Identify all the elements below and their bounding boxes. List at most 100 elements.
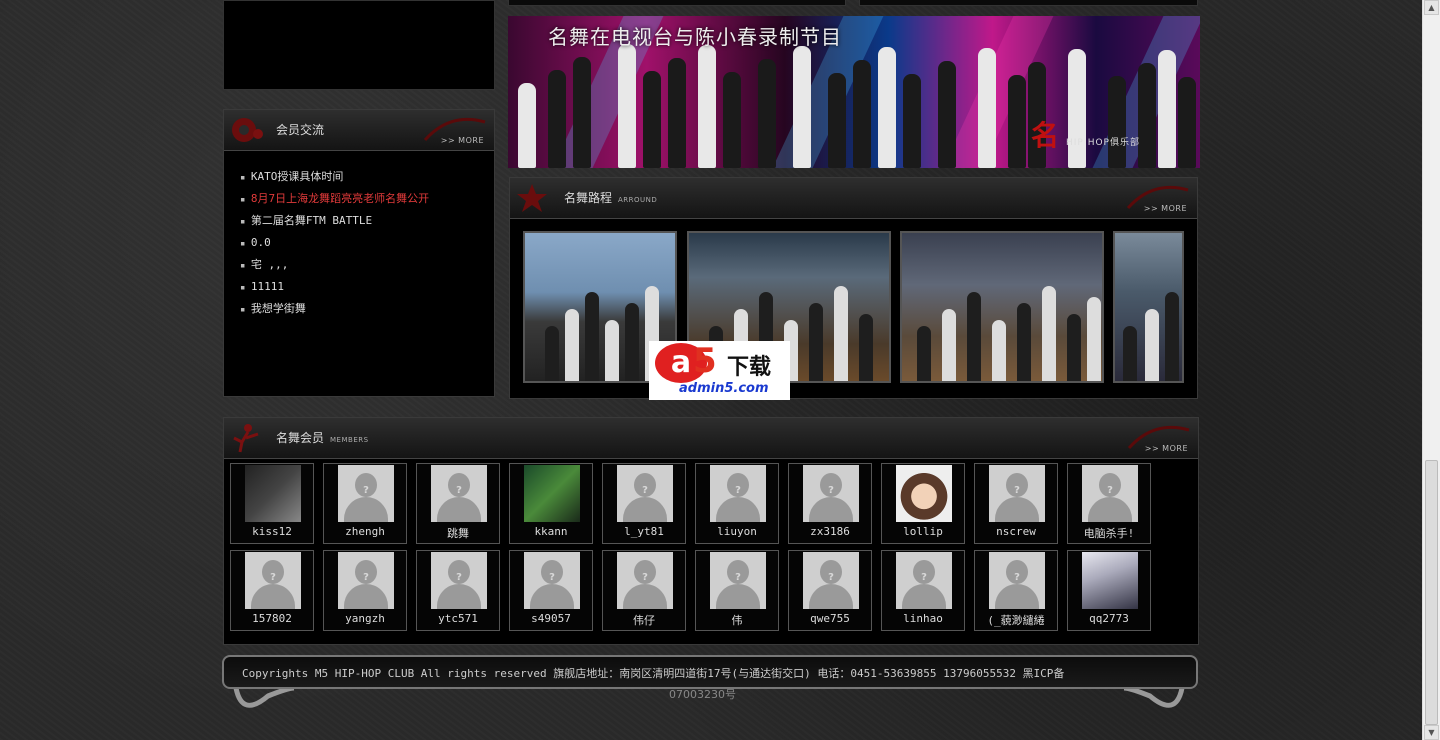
member-name[interactable]: 157802 [231, 612, 313, 625]
member-name[interactable]: yangzh [324, 612, 406, 625]
more-link[interactable]: >> MORE [1144, 204, 1187, 213]
panel-title: 名舞会员 MEMBERS [276, 429, 369, 446]
post-link[interactable]: 第二届名舞FTM BATTLE [240, 210, 429, 232]
member-card[interactable]: ? 157802 [230, 550, 314, 631]
panel-title: 会员交流 [276, 123, 325, 137]
member-avatar[interactable]: ? [431, 552, 487, 609]
member-name[interactable]: lollip [882, 525, 964, 538]
member-card[interactable]: ? s49057 [509, 550, 593, 631]
member-card[interactable]: lollip [881, 463, 965, 544]
member-avatar[interactable]: ? [338, 465, 394, 522]
member-card[interactable]: ? ytc571 [416, 550, 500, 631]
member-avatar[interactable]: ? [245, 552, 301, 609]
member-name[interactable]: l_yt81 [603, 525, 685, 538]
member-avatar[interactable]: ? [617, 465, 673, 522]
star-icon [517, 184, 547, 212]
scroll-down-arrow-icon[interactable]: ▼ [1424, 725, 1439, 740]
member-card[interactable]: ? liuyon [695, 463, 779, 544]
tour-panel: 名舞路程 ARROUND >> MORE [509, 177, 1198, 399]
member-card[interactable]: ? zhengh [323, 463, 407, 544]
member-name[interactable]: nscrew [975, 525, 1057, 538]
member-name[interactable]: 伟仔 [603, 612, 685, 628]
footer-right-leg-ornament [1123, 688, 1185, 708]
member-name[interactable]: 伟 [696, 612, 778, 628]
member-card[interactable]: ? yangzh [323, 550, 407, 631]
member-avatar[interactable]: ? [989, 465, 1045, 522]
panel-header: 名舞会员 MEMBERS >> MORE [224, 418, 1198, 459]
member-name[interactable]: linhao [882, 612, 964, 625]
member-card[interactable]: ? l_yt81 [602, 463, 686, 544]
member-discussion-panel: 会员交流 >> MORE KATO授课具体时间8月7日上海龙舞蹈亮亮老师名舞公开… [223, 109, 495, 397]
member-card[interactable]: ? (_藐渺繾綣 [974, 550, 1058, 631]
post-link[interactable]: 我想学街舞 [240, 298, 429, 320]
member-avatar[interactable] [896, 465, 952, 522]
member-avatar[interactable]: ? [431, 465, 487, 522]
member-card[interactable]: ? 跳舞 [416, 463, 500, 544]
banner-logo: 名 HIP HOP俱乐部 [1031, 114, 1140, 154]
member-name[interactable]: s49057 [510, 612, 592, 625]
dancer-silhouette-icon [233, 424, 259, 453]
member-name[interactable]: 电脑杀手! [1068, 525, 1150, 541]
member-card[interactable]: ? 电脑杀手! [1067, 463, 1151, 544]
member-avatar[interactable] [524, 465, 580, 522]
top-left-panel [223, 0, 495, 90]
member-name[interactable]: 跳舞 [417, 525, 499, 541]
member-avatar[interactable]: ? [989, 552, 1045, 609]
member-card[interactable]: ? nscrew [974, 463, 1058, 544]
member-avatar[interactable]: ? [524, 552, 580, 609]
vertical-scrollbar[interactable]: ▲ ▼ [1422, 0, 1440, 740]
member-card[interactable]: kkann [509, 463, 593, 544]
member-name[interactable]: liuyon [696, 525, 778, 538]
member-name[interactable]: (_藐渺繾綣 [975, 612, 1057, 628]
member-avatar[interactable]: ? [617, 552, 673, 609]
member-avatar[interactable]: ? [338, 552, 394, 609]
member-avatar[interactable]: ? [803, 465, 859, 522]
watermark-url: admin5.com [679, 381, 769, 396]
member-card[interactable]: ? zx3186 [788, 463, 872, 544]
panel-title-text: 名舞路程 [564, 191, 613, 205]
member-name[interactable]: kiss12 [231, 525, 313, 538]
member-name[interactable]: qq2773 [1068, 612, 1150, 625]
member-avatar[interactable]: ? [710, 465, 766, 522]
member-card[interactable]: kiss12 [230, 463, 314, 544]
post-list: KATO授课具体时间8月7日上海龙舞蹈亮亮老师名舞公开第二届名舞FTM BATT… [240, 166, 429, 320]
admin5-watermark: a 5 下载 admin5.com [649, 341, 790, 400]
member-card[interactable]: ? qwe755 [788, 550, 872, 631]
members-grid-panel: 名舞会员 MEMBERS >> MORE kiss12? zhengh? 跳舞 kkan… [223, 417, 1199, 645]
member-card[interactable]: ? 伟仔 [602, 550, 686, 631]
member-card[interactable]: ? linhao [881, 550, 965, 631]
member-name[interactable]: zhengh [324, 525, 406, 538]
member-avatar[interactable]: ? [710, 552, 766, 609]
member-name[interactable]: zx3186 [789, 525, 871, 538]
post-link[interactable]: 8月7日上海龙舞蹈亮亮老师名舞公开 [240, 188, 429, 210]
member-avatar[interactable]: ? [896, 552, 952, 609]
tour-photo[interactable] [900, 231, 1104, 383]
more-link[interactable]: >> MORE [441, 136, 484, 145]
scroll-up-arrow-icon[interactable]: ▲ [1424, 0, 1439, 15]
member-name[interactable]: ytc571 [417, 612, 499, 625]
scrollbar-thumb[interactable] [1425, 460, 1438, 725]
banner-logo-mark: 名 [1030, 119, 1060, 152]
promo-banner[interactable]: 名舞在电视台与陈小春录制节目 名 HIP HOP俱乐部 [508, 16, 1200, 168]
post-link[interactable]: KATO授课具体时间 [240, 166, 429, 188]
more-link[interactable]: >> MORE [1145, 444, 1188, 453]
member-avatar[interactable]: ? [1082, 465, 1138, 522]
member-avatar[interactable]: ? [803, 552, 859, 609]
member-card[interactable]: qq2773 [1067, 550, 1151, 631]
post-link[interactable]: 11111 [240, 276, 429, 298]
site-footer: Copyrights M5 HIP-HOP CLUB All rights re… [222, 655, 1198, 689]
member-card[interactable]: ? 伟 [695, 550, 779, 631]
panel-subtitle: ARROUND [618, 196, 658, 204]
tour-photo[interactable] [1113, 231, 1184, 383]
member-avatar[interactable] [1082, 552, 1138, 609]
member-name[interactable]: kkann [510, 525, 592, 538]
gear-icon [232, 118, 263, 142]
post-link[interactable]: 0.0 [240, 232, 429, 254]
post-link[interactable]: 宅 ,,, [240, 254, 429, 276]
panel-header: 会员交流 >> MORE [224, 110, 494, 151]
panel-header: 名舞路程 ARROUND >> MORE [510, 178, 1197, 219]
member-avatar[interactable] [245, 465, 301, 522]
banner-logo-text: HIP HOP俱乐部 [1066, 138, 1140, 148]
member-name[interactable]: qwe755 [789, 612, 871, 625]
footer-left-leg-ornament [233, 688, 295, 708]
